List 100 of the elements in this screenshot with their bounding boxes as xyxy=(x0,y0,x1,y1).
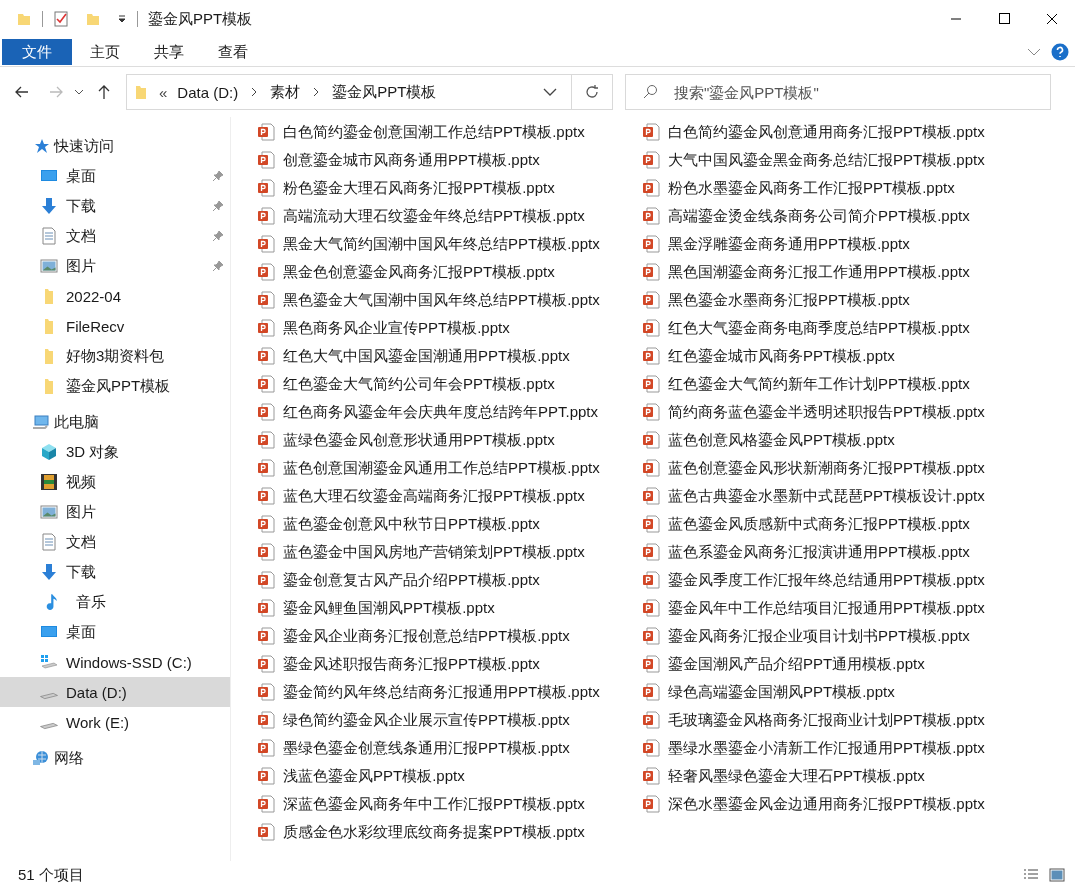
file-item[interactable]: 墨绿色鎏金创意线条通用汇报PPT模板.pptx xyxy=(257,734,642,762)
file-item[interactable]: 黑金浮雕鎏金商务通用PPT模板.pptx xyxy=(642,230,1027,258)
sidebar-item[interactable]: 2022-04 xyxy=(0,281,230,311)
file-item[interactable]: 白色简约鎏金风创意通用商务汇报PPT模板.pptx xyxy=(642,118,1027,146)
file-item[interactable]: 黑金色创意鎏金风商务汇报PPT模板.pptx xyxy=(257,258,642,286)
file-item[interactable]: 鎏金创意复古风产品介绍PPT模板.pptx xyxy=(257,566,642,594)
sidebar-item[interactable]: 鎏金风PPT模板 xyxy=(0,371,230,401)
file-item[interactable]: 高端流动大理石纹鎏金年终总结PPT模板.pptx xyxy=(257,202,642,230)
sidebar-item[interactable]: 图片 xyxy=(0,497,230,527)
window-title: 鎏金风PPT模板 xyxy=(148,9,253,29)
file-item[interactable]: 鎏金风企业商务汇报创意总结PPT模板.pptx xyxy=(257,622,642,650)
sidebar-item[interactable]: Work (E:) xyxy=(0,707,230,737)
file-item[interactable]: 大气中国风鎏金黑金商务总结汇报PPT模板.pptx xyxy=(642,146,1027,174)
sidebar-item[interactable]: Data (D:) xyxy=(0,677,230,707)
file-item[interactable]: 鎏金简约风年终总结商务汇报通用PPT模板.pptx xyxy=(257,678,642,706)
file-item[interactable]: 蓝色系鎏金风商务汇报演讲通用PPT模板.pptx xyxy=(642,538,1027,566)
pin-icon[interactable] xyxy=(212,230,224,242)
file-item[interactable]: 深色水墨鎏金风金边通用商务汇报PPT模板.pptx xyxy=(642,790,1027,818)
file-item[interactable]: 蓝色创意国潮鎏金风通用工作总结PPT模板.pptx xyxy=(257,454,642,482)
file-item[interactable]: 黑色商务风企业宣传PPT模板.pptx xyxy=(257,314,642,342)
refresh-icon[interactable] xyxy=(584,84,600,100)
file-item[interactable]: 浅蓝色鎏金风PPT模板.pptx xyxy=(257,762,642,790)
file-item[interactable]: 蓝色创意鎏金风形状新潮商务汇报PPT模板.pptx xyxy=(642,454,1027,482)
sidebar-item[interactable]: 图片 xyxy=(0,251,230,281)
search-field[interactable]: 搜索"鎏金风PPT模板" xyxy=(625,74,1051,110)
breadcrumb-item[interactable]: 素材 xyxy=(270,82,301,102)
dropdown-icon[interactable] xyxy=(117,14,127,24)
file-item[interactable]: 鎏金风鲤鱼国潮风PPT模板.pptx xyxy=(257,594,642,622)
sidebar-item[interactable]: 3D 对象 xyxy=(0,437,230,467)
file-item[interactable]: 蓝绿色鎏金风创意形状通用PPT模板.pptx xyxy=(257,426,642,454)
file-item[interactable]: 墨绿水墨鎏金小清新工作汇报通用PPT模板.pptx xyxy=(642,734,1027,762)
file-item[interactable]: 红色鎏金大气简约公司年会PPT模板.pptx xyxy=(257,370,642,398)
sidebar-item[interactable]: 音乐 xyxy=(0,587,230,617)
sidebar-item[interactable]: 快速访问 xyxy=(0,131,230,161)
file-menu-button[interactable]: 文件 xyxy=(2,39,72,65)
file-item[interactable]: 蓝色鎏金中国风房地产营销策划PPT模板.pptx xyxy=(257,538,642,566)
sidebar-item[interactable]: 桌面 xyxy=(0,161,230,191)
file-item[interactable]: 鎏金国潮风产品介绍PPT通用模板.pptx xyxy=(642,650,1027,678)
file-item[interactable]: 白色简约鎏金创意国潮工作总结PPT模板.pptx xyxy=(257,118,642,146)
file-item[interactable]: 黑金大气简约国潮中国风年终总结PPT模板.pptx xyxy=(257,230,642,258)
sidebar-item[interactable]: 桌面 xyxy=(0,617,230,647)
checkmark-icon[interactable] xyxy=(53,11,69,27)
sidebar-item[interactable]: 好物3期资料包 xyxy=(0,341,230,371)
address-bar[interactable]: « Data (D:) 素材 鎏金风PPT模板 xyxy=(126,74,613,110)
breadcrumb-overflow[interactable]: « xyxy=(159,83,168,101)
sidebar-item[interactable]: 文档 xyxy=(0,527,230,557)
file-item[interactable]: 蓝色创意风格鎏金风PPT模板.pptx xyxy=(642,426,1027,454)
file-item[interactable]: 毛玻璃鎏金风格商务汇报商业计划PPT模板.pptx xyxy=(642,706,1027,734)
file-item[interactable]: 粉色水墨鎏金风商务工作汇报PPT模板.pptx xyxy=(642,174,1027,202)
file-item[interactable]: 鎏金风季度工作汇报年终总结通用PPT模板.pptx xyxy=(642,566,1027,594)
sidebar-item[interactable]: 文档 xyxy=(0,221,230,251)
up-arrow-icon[interactable] xyxy=(96,84,112,100)
file-item[interactable]: 红色大气中国风鎏金国潮通用PPT模板.pptx xyxy=(257,342,642,370)
file-item[interactable]: 黑色鎏金水墨商务汇报PPT模板.pptx xyxy=(642,286,1027,314)
file-item[interactable]: 创意鎏金城市风商务通用PPT模板.pptx xyxy=(257,146,642,174)
ribbon-tab[interactable]: 查看 xyxy=(202,39,264,65)
large-icons-view-icon[interactable] xyxy=(1049,867,1065,883)
file-item[interactable]: 蓝色鎏金创意风中秋节日PPT模板.pptx xyxy=(257,510,642,538)
pin-icon[interactable] xyxy=(212,170,224,182)
chevron-right-icon[interactable] xyxy=(312,87,321,97)
file-item[interactable]: 鎏金风述职报告商务汇报PPT模板.pptx xyxy=(257,650,642,678)
file-item[interactable]: 绿色高端鎏金国潮风PPT模板.pptx xyxy=(642,678,1027,706)
file-item[interactable]: 黑色鎏金大气国潮中国风年终总结PPT模板.pptx xyxy=(257,286,642,314)
file-item[interactable]: 红色鎏金城市风商务PPT模板.pptx xyxy=(642,342,1027,370)
file-item[interactable]: 蓝色鎏金风质感新中式商务汇报PPT模板.pptx xyxy=(642,510,1027,538)
file-item[interactable]: 蓝色古典鎏金水墨新中式琵琶PPT模板设计.pptx xyxy=(642,482,1027,510)
file-item[interactable]: 高端鎏金烫金线条商务公司简介PPT模板.pptx xyxy=(642,202,1027,230)
breadcrumb-item[interactable]: 鎏金风PPT模板 xyxy=(332,82,437,102)
file-item[interactable]: 简约商务蓝色鎏金半透明述职报告PPT模板.pptx xyxy=(642,398,1027,426)
sidebar-item[interactable]: FileRecv xyxy=(0,311,230,341)
sidebar-item[interactable]: 网络 xyxy=(0,743,230,773)
help-icon[interactable] xyxy=(1051,43,1069,61)
breadcrumb-item[interactable]: Data (D:) xyxy=(177,83,239,101)
back-arrow-icon[interactable] xyxy=(14,84,30,100)
file-item[interactable]: 轻奢风墨绿色鎏金大理石PPT模板.pptx xyxy=(642,762,1027,790)
file-item[interactable]: 红色商务风鎏金年会庆典年度总结跨年PPT.pptx xyxy=(257,398,642,426)
sidebar-item[interactable]: 此电脑 xyxy=(0,407,230,437)
sidebar-item[interactable]: 下载 xyxy=(0,557,230,587)
file-item[interactable]: 蓝色大理石纹鎏金高端商务汇报PPT模板.pptx xyxy=(257,482,642,510)
pin-icon[interactable] xyxy=(212,260,224,272)
file-item[interactable]: 绿色简约鎏金风企业展示宣传PPT模板.pptx xyxy=(257,706,642,734)
forward-arrow-icon[interactable] xyxy=(48,84,64,100)
document-icon xyxy=(40,533,58,551)
file-item[interactable]: 鎏金风年中工作总结项目汇报通用PPT模板.pptx xyxy=(642,594,1027,622)
file-item[interactable]: 鎏金风商务汇报企业项目计划书PPT模板.pptx xyxy=(642,622,1027,650)
file-item[interactable]: 红色大气鎏金商务电商季度总结PPT模板.pptx xyxy=(642,314,1027,342)
sidebar-item[interactable]: 下载 xyxy=(0,191,230,221)
file-item[interactable]: 黑色国潮鎏金商务汇报工作通用PPT模板.pptx xyxy=(642,258,1027,286)
ribbon-tab[interactable]: 共享 xyxy=(138,39,200,65)
file-item[interactable]: 红色鎏金大气简约新年工作计划PPT模板.pptx xyxy=(642,370,1027,398)
pin-icon[interactable] xyxy=(212,200,224,212)
sidebar-item[interactable]: Windows-SSD (C:) xyxy=(0,647,230,677)
file-item[interactable]: 粉色鎏金大理石风商务汇报PPT模板.pptx xyxy=(257,174,642,202)
ribbon-tab[interactable]: 主页 xyxy=(74,39,136,65)
file-item[interactable]: 深蓝色鎏金风商务年中工作汇报PPT模板.pptx xyxy=(257,790,642,818)
chevron-down-icon[interactable] xyxy=(543,87,557,97)
sidebar-item[interactable]: 视频 xyxy=(0,467,230,497)
chevron-right-icon[interactable] xyxy=(250,87,259,97)
chevron-down-icon[interactable] xyxy=(74,87,84,97)
file-item[interactable]: 质感金色水彩纹理底纹商务提案PPT模板.pptx xyxy=(257,818,642,846)
